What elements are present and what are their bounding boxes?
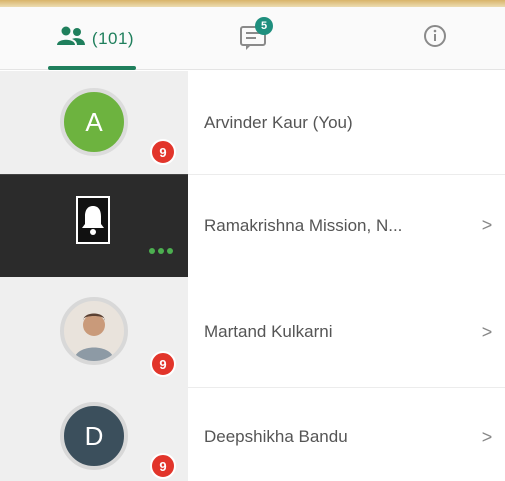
top-strip [0, 0, 505, 7]
participant-name: Arvinder Kaur (You) [204, 112, 353, 132]
active-tab-indicator [48, 66, 136, 70]
more-icon[interactable] [146, 240, 176, 262]
chat-unread-badge: 5 [255, 17, 273, 35]
bell-icon [76, 196, 110, 244]
avatar-cell [0, 174, 188, 277]
status-badge: 9 [150, 351, 176, 377]
avatar-cell: A 9 [0, 71, 188, 174]
tab-participants[interactable]: (101) [30, 7, 160, 70]
tab-chat[interactable]: 5 [215, 7, 295, 70]
participant-row[interactable]: 9 Martand Kulkarni > [0, 277, 505, 387]
participant-name: Ramakrishna Mission, N... [204, 215, 403, 235]
participant-row[interactable]: Ramakrishna Mission, N... > [0, 174, 505, 277]
chevron-right-icon[interactable]: > [469, 215, 505, 236]
chevron-right-icon[interactable]: > [469, 427, 505, 448]
status-badge: 9 [150, 139, 176, 165]
people-icon [56, 26, 86, 51]
avatar: D [60, 402, 128, 470]
chevron-right-icon[interactable]: > [469, 322, 505, 343]
tab-bar: (101) 5 [0, 7, 505, 70]
divider [188, 174, 505, 175]
participant-row[interactable]: D 9 Deepshikha Bandu > [0, 387, 505, 481]
status-badge: 9 [150, 453, 176, 479]
participant-name: Martand Kulkarni [204, 322, 333, 341]
divider [188, 387, 505, 388]
participant-name: Deepshikha Bandu [204, 427, 348, 446]
avatar [60, 297, 128, 365]
tab-info[interactable] [395, 7, 475, 70]
avatar-cell: 9 [0, 277, 188, 387]
participants-count: (101) [91, 28, 135, 48]
participant-row[interactable]: A 9 Arvinder Kaur (You) [0, 71, 505, 174]
avatar-cell: D 9 [0, 387, 188, 481]
avatar: A [60, 88, 128, 156]
info-icon [423, 24, 447, 53]
